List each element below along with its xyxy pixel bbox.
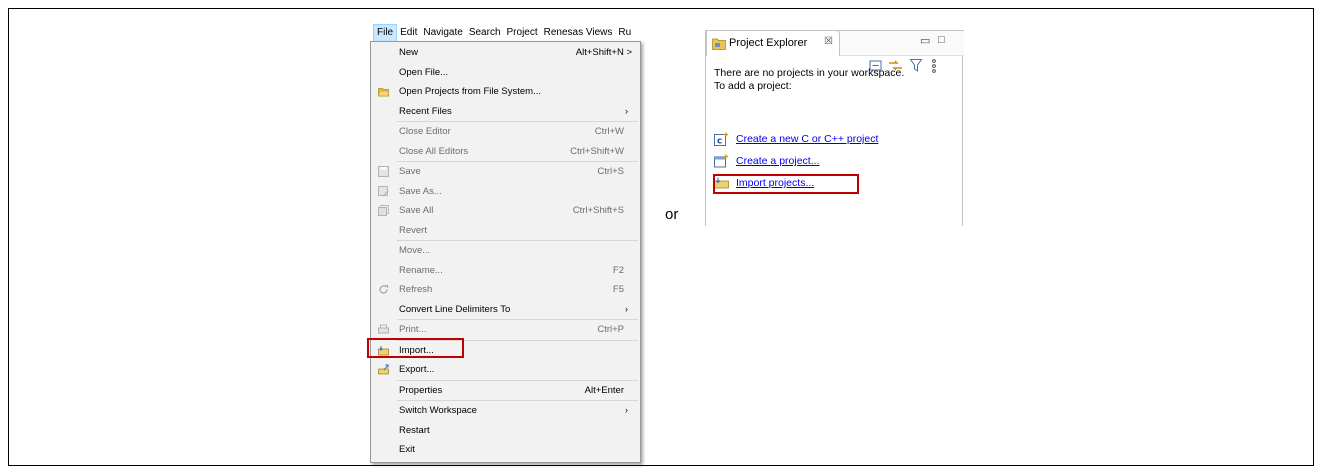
- project-explorer-view: Project Explorer ☒ ▭ □ There are no proj…: [705, 30, 964, 226]
- menu-item-rename[interactable]: Rename... F2: [371, 261, 640, 281]
- menu-item-shortcut: Alt+Enter: [584, 384, 624, 396]
- close-icon[interactable]: ☒: [824, 36, 833, 47]
- menu-item-properties[interactable]: Properties Alt+Enter: [371, 381, 640, 401]
- view-title: Project Explorer: [729, 37, 808, 49]
- menu-item-label: Exit: [399, 444, 415, 455]
- menu-item-label: Switch Workspace: [399, 405, 477, 416]
- menu-search[interactable]: Search: [466, 24, 504, 42]
- menu-project[interactable]: Project: [504, 24, 541, 42]
- create-c-project-link[interactable]: Create a new C or C++ project: [736, 133, 878, 145]
- menu-item-label: Revert: [399, 224, 427, 236]
- file-menu: New Alt+Shift+N > Open File... Open Proj…: [370, 41, 641, 463]
- menu-item-restart[interactable]: Restart: [371, 421, 640, 441]
- menu-run[interactable]: Ru: [615, 24, 634, 42]
- menu-item-label: Close Editor: [399, 126, 451, 137]
- menu-item-shortcut: F5: [612, 284, 624, 295]
- menu-item-export[interactable]: Export...: [371, 360, 640, 380]
- view-menu-icon[interactable]: [931, 59, 937, 73]
- menu-item-move[interactable]: Move...: [371, 241, 640, 261]
- menu-item-shortcut: F2: [612, 264, 624, 276]
- menu-item-open-projects[interactable]: Open Projects from File System...: [371, 82, 640, 102]
- menu-item-label: Close All Editors: [399, 145, 469, 157]
- svg-text:c: c: [717, 137, 722, 147]
- menu-item-shortcut: Ctrl+Shift+W: [570, 145, 624, 157]
- filter-icon[interactable]: [910, 59, 922, 72]
- save-as-icon: [378, 185, 389, 196]
- menu-item-revert[interactable]: Revert: [371, 221, 640, 241]
- menu-item-close-all-editors[interactable]: Close All Editors Ctrl+Shift+W: [371, 142, 640, 162]
- menu-item-recent-files[interactable]: Recent Files ›: [371, 102, 640, 122]
- menu-item-shortcut: Ctrl+Shift+S: [572, 205, 624, 216]
- import-menu-highlight: [367, 338, 464, 358]
- save-icon: [378, 166, 389, 177]
- menu-item-save-all[interactable]: Save All Ctrl+Shift+S: [371, 201, 640, 221]
- menu-item-label: New: [399, 47, 419, 58]
- refresh-icon: [379, 284, 389, 294]
- menu-item-exit[interactable]: Exit: [371, 440, 640, 460]
- new-project-icon: [714, 154, 728, 168]
- project-explorer-icon: [712, 38, 726, 50]
- figure-frame: [8, 8, 1314, 466]
- chevron-right-icon: ›: [625, 405, 628, 415]
- import-projects-highlight: [713, 174, 859, 194]
- menu-item-label: Recent Files: [399, 105, 452, 117]
- menu-item-label: Move...: [399, 245, 431, 256]
- menu-item-shortcut: Ctrl+S: [597, 166, 624, 177]
- menu-item-print[interactable]: Print... Ctrl+P: [371, 320, 640, 340]
- menu-item-shortcut: Alt+Shift+N >: [575, 47, 632, 58]
- menu-item-switch-workspace[interactable]: Switch Workspace ›: [371, 401, 640, 421]
- new-c-project-icon: c: [714, 132, 728, 147]
- menu-item-label: Rename...: [399, 264, 443, 276]
- menu-item-refresh[interactable]: Refresh F5: [371, 280, 640, 300]
- menu-item-label: Save As...: [399, 185, 442, 197]
- tab-project-explorer[interactable]: Project Explorer ☒: [706, 30, 840, 56]
- menu-navigate[interactable]: Navigate: [420, 24, 465, 42]
- create-project-link[interactable]: Create a project...: [736, 155, 819, 167]
- menu-item-label: Properties: [399, 384, 443, 396]
- menu-item-label: Save All: [399, 205, 434, 216]
- menu-item-shortcut: Ctrl+P: [597, 324, 624, 335]
- message-line: There are no projects in your workspace.: [714, 67, 905, 79]
- menu-item-label: Convert Line Delimiters To: [399, 303, 511, 315]
- message-line: To add a project:: [714, 80, 792, 92]
- menu-item-label: Open File...: [399, 66, 449, 78]
- menu-item-label: Export...: [399, 364, 435, 375]
- menu-renesas-views[interactable]: Renesas Views: [541, 24, 616, 42]
- menu-item-shortcut: Ctrl+W: [594, 126, 624, 137]
- menu-item-save-as[interactable]: Save As...: [371, 182, 640, 202]
- menu-item-save[interactable]: Save Ctrl+S: [371, 162, 640, 182]
- maximize-icon[interactable]: □: [938, 34, 945, 46]
- menu-item-label: Refresh: [399, 284, 433, 295]
- menu-file[interactable]: File: [373, 24, 398, 42]
- save-all-icon: [378, 205, 389, 216]
- export-icon: [378, 364, 389, 375]
- chevron-right-icon: ›: [625, 105, 628, 116]
- empty-workspace-message: There are no projects in your workspace.…: [714, 67, 904, 93]
- menu-item-convert-line-delimiters[interactable]: Convert Line Delimiters To ›: [371, 300, 640, 320]
- or-text: or: [665, 206, 679, 223]
- menu-item-label: Restart: [399, 424, 430, 436]
- menu-bar: File Edit Navigate Search Project Renesas Vie…: [373, 24, 643, 42]
- menu-item-label: Print...: [399, 324, 427, 335]
- menu-item-close-editor[interactable]: Close Editor Ctrl+W: [371, 122, 640, 142]
- minimize-icon[interactable]: ▭: [920, 34, 930, 47]
- chevron-right-icon: ›: [625, 303, 628, 314]
- menu-item-new[interactable]: New Alt+Shift+N >: [371, 43, 640, 63]
- menu-edit[interactable]: Edit: [397, 24, 420, 42]
- menu-item-label: Open Projects from File System...: [399, 86, 542, 97]
- folder-icon: [378, 88, 389, 97]
- menu-item-label: Save: [399, 166, 421, 177]
- menu-item-open-file[interactable]: Open File...: [371, 63, 640, 83]
- print-icon: [378, 324, 389, 334]
